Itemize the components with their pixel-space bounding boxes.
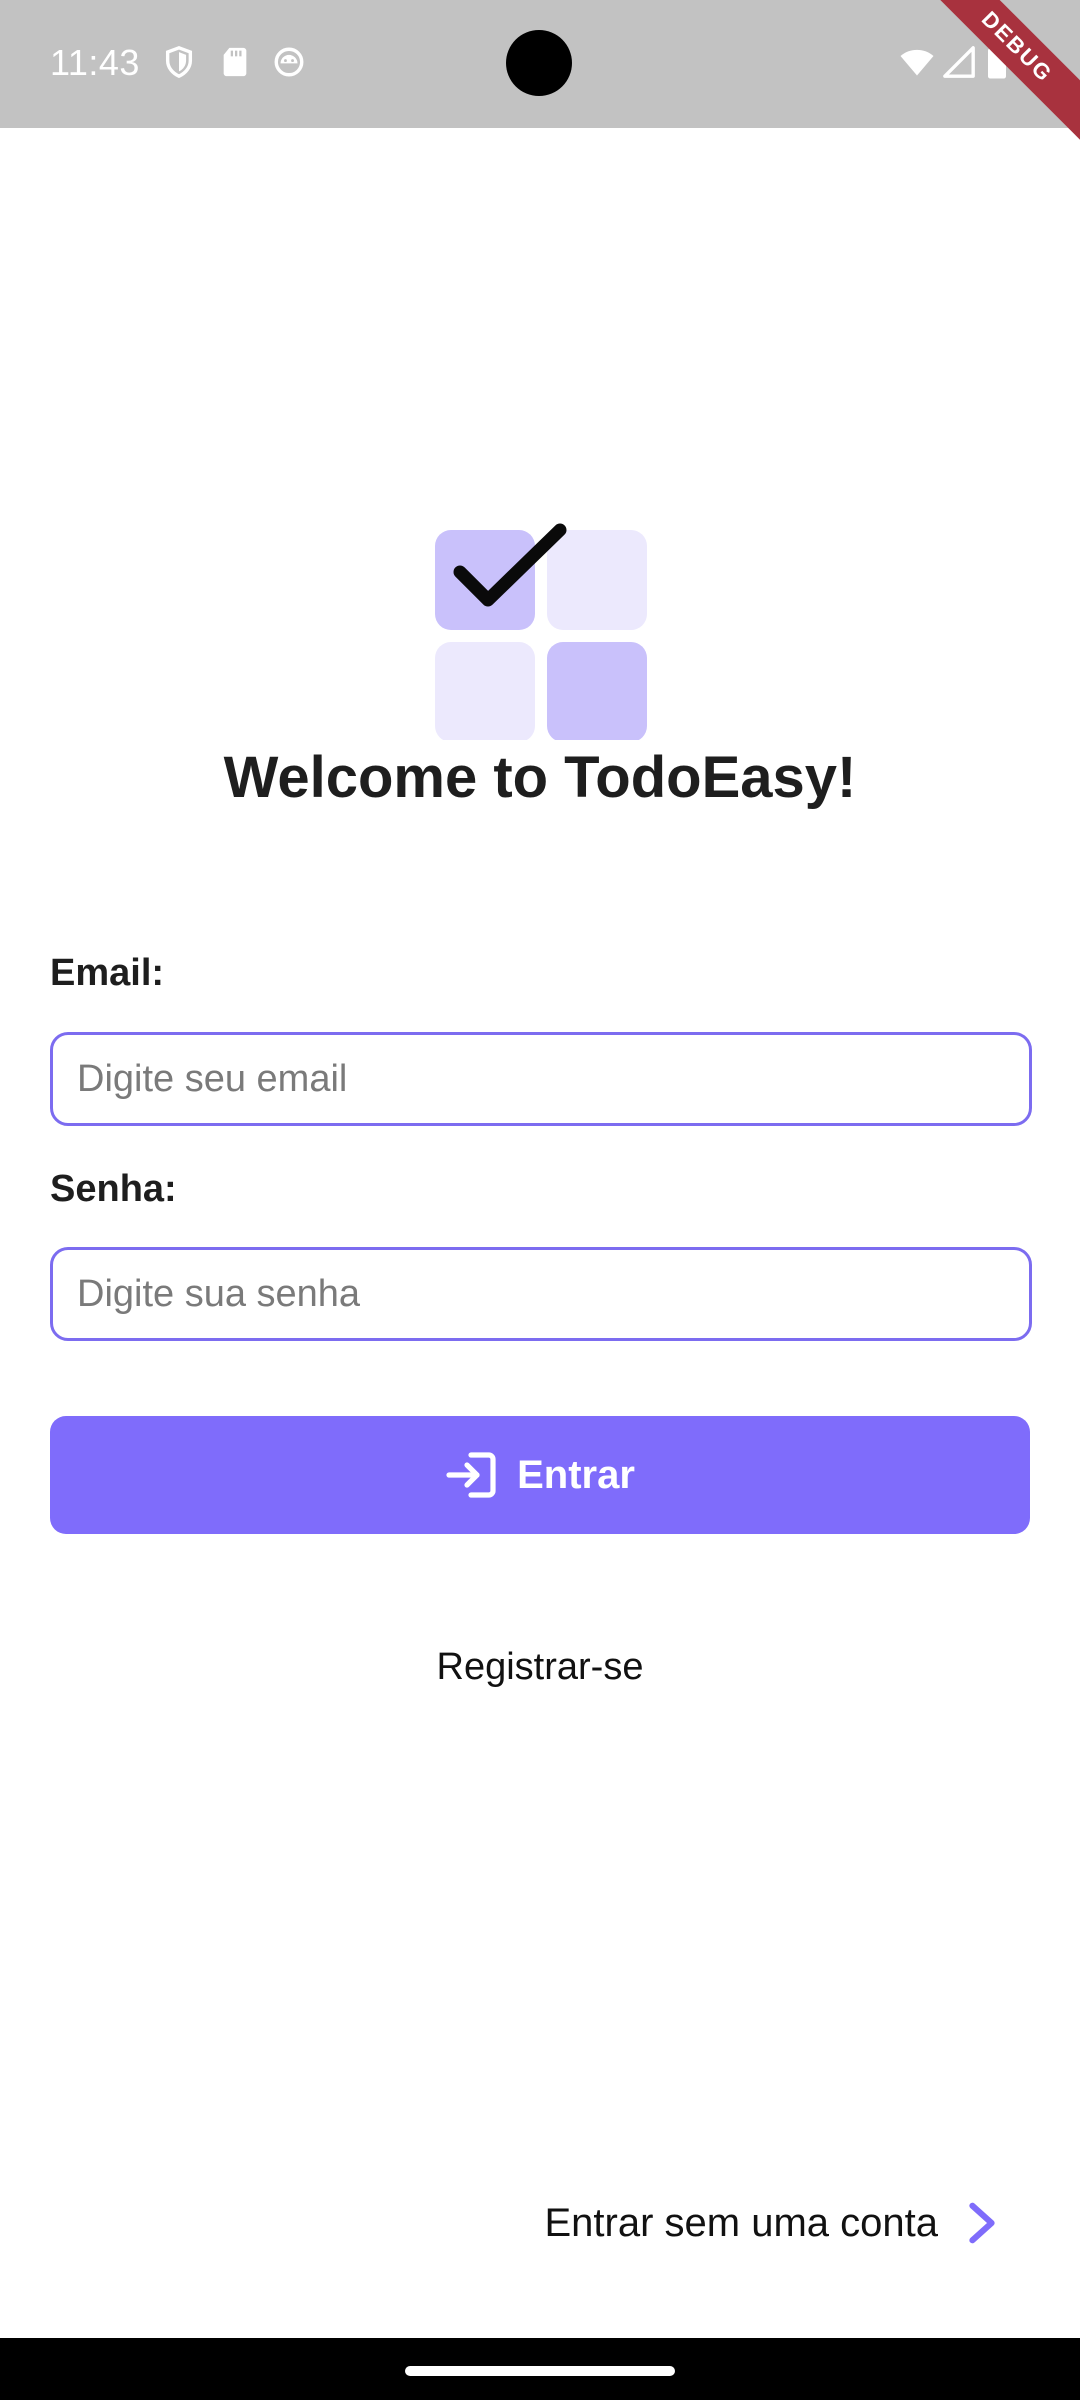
password-field[interactable]: [53, 1250, 1029, 1338]
shield-icon: [165, 46, 193, 79]
email-field-container: [50, 1032, 1032, 1126]
signal-icon: [943, 46, 975, 78]
status-bar: 11:43 DEBUG: [0, 0, 1080, 151]
email-field[interactable]: [53, 1035, 1029, 1123]
wifi-icon: [900, 49, 934, 76]
login-icon: [446, 1452, 496, 1498]
android-icon: [274, 47, 304, 77]
status-time: 11:43: [50, 42, 140, 83]
guest-login-label: Entrar sem uma conta: [544, 2200, 939, 2245]
welcome-title: Welcome to TodoEasy!: [223, 745, 857, 810]
register-link[interactable]: Registrar-se: [0, 1646, 1080, 1689]
sd-card-icon: [223, 47, 247, 77]
login-button-label: Entrar: [517, 1452, 635, 1497]
checklist-grid-icon: [435, 523, 647, 740]
email-label: Email:: [50, 952, 165, 994]
chevron-right-icon: [969, 2202, 995, 2244]
guest-login-link[interactable]: Entrar sem uma conta: [545, 2200, 1001, 2246]
camera-cutout: [506, 30, 572, 96]
home-indicator[interactable]: [405, 2366, 675, 2376]
login-screen: 11:43 DEBUG Welcome to TodoEasy! Email: …: [0, 0, 1080, 2400]
password-field-container: [50, 1247, 1032, 1341]
login-button[interactable]: Entrar: [50, 1416, 1030, 1534]
password-label: Senha:: [50, 1168, 177, 1210]
